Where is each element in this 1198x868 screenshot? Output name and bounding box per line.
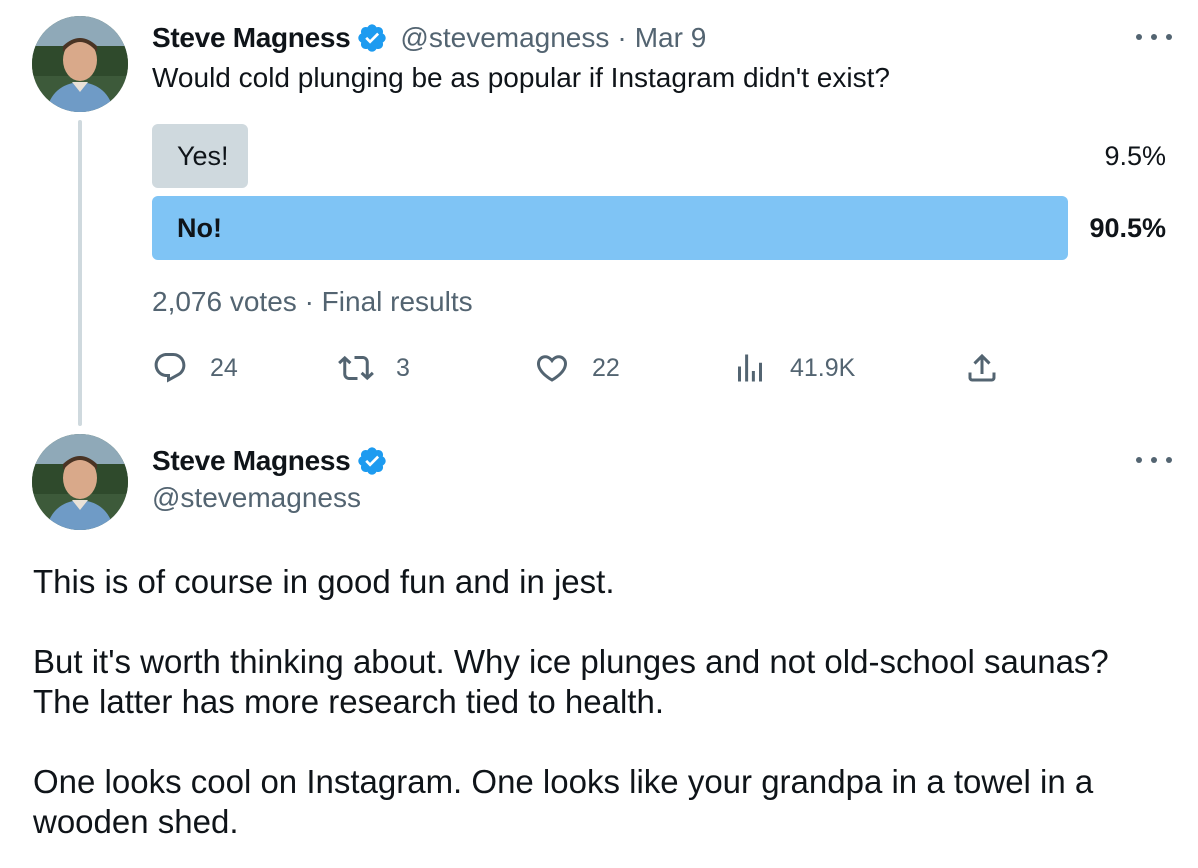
author-avatar[interactable] — [32, 16, 128, 112]
verified-badge-icon — [358, 24, 387, 52]
poll: Yes! 9.5% No! 90.5% — [152, 124, 1166, 268]
reply-icon — [154, 353, 186, 383]
verified-badge-icon — [358, 447, 387, 475]
views-icon — [738, 354, 762, 382]
tweet-date[interactable]: Mar 9 — [635, 22, 707, 54]
thread-connector — [78, 120, 82, 426]
retweet-count: 3 — [396, 353, 410, 382]
poll-meta-separator: · — [304, 286, 322, 317]
reply-count: 24 — [210, 353, 238, 382]
poll-option-yes: Yes! 9.5% — [152, 124, 1166, 188]
poll-option-label: No! — [177, 213, 222, 243]
tweet-paragraph: But it's worth thinking about. Why ice p… — [33, 643, 1109, 720]
author-name[interactable]: Steve Magness — [152, 445, 351, 477]
poll-option-percent: 90.5% — [1089, 213, 1166, 243]
reply-button[interactable]: 24 — [152, 346, 238, 390]
author-handle[interactable]: @stevemagness — [152, 482, 361, 514]
share-button[interactable] — [964, 346, 1000, 390]
author-avatar[interactable] — [32, 434, 128, 530]
poll-option-percent: 9.5% — [1104, 141, 1166, 171]
tweet-header: Steve Magness @stevemagness · Mar 9 — [152, 18, 706, 58]
more-icon[interactable] — [1136, 27, 1172, 47]
poll-status: Final results — [321, 286, 473, 317]
tweet-actions: 24 3 22 41.9K — [152, 346, 1012, 390]
like-button[interactable]: 22 — [534, 346, 620, 390]
tweet-paragraph: One looks cool on Instagram. One looks l… — [33, 763, 1094, 840]
poll-meta: 2,076 votes · Final results — [152, 286, 473, 318]
tweet-paragraph: This is of course in good fun and in jes… — [33, 563, 615, 600]
separator: · — [617, 22, 627, 53]
retweet-icon — [338, 355, 374, 381]
tweet-text: Would cold plunging be as popular if Ins… — [152, 62, 890, 93]
more-icon[interactable] — [1136, 450, 1172, 470]
like-icon — [536, 355, 568, 382]
poll-votes: 2,076 votes — [152, 286, 297, 317]
retweet-button[interactable]: 3 — [338, 346, 410, 390]
author-handle[interactable]: @stevemagness — [400, 22, 609, 54]
views-button[interactable]: 41.9K — [732, 346, 855, 390]
author-name[interactable]: Steve Magness — [152, 22, 351, 54]
like-count: 22 — [592, 353, 620, 382]
poll-bar — [152, 196, 1068, 260]
poll-option-no: No! 90.5% — [152, 196, 1166, 260]
share-icon — [968, 353, 996, 382]
poll-option-label: Yes! — [177, 141, 229, 171]
views-count: 41.9K — [790, 353, 856, 382]
tweet-header: Steve Magness — [152, 441, 388, 481]
